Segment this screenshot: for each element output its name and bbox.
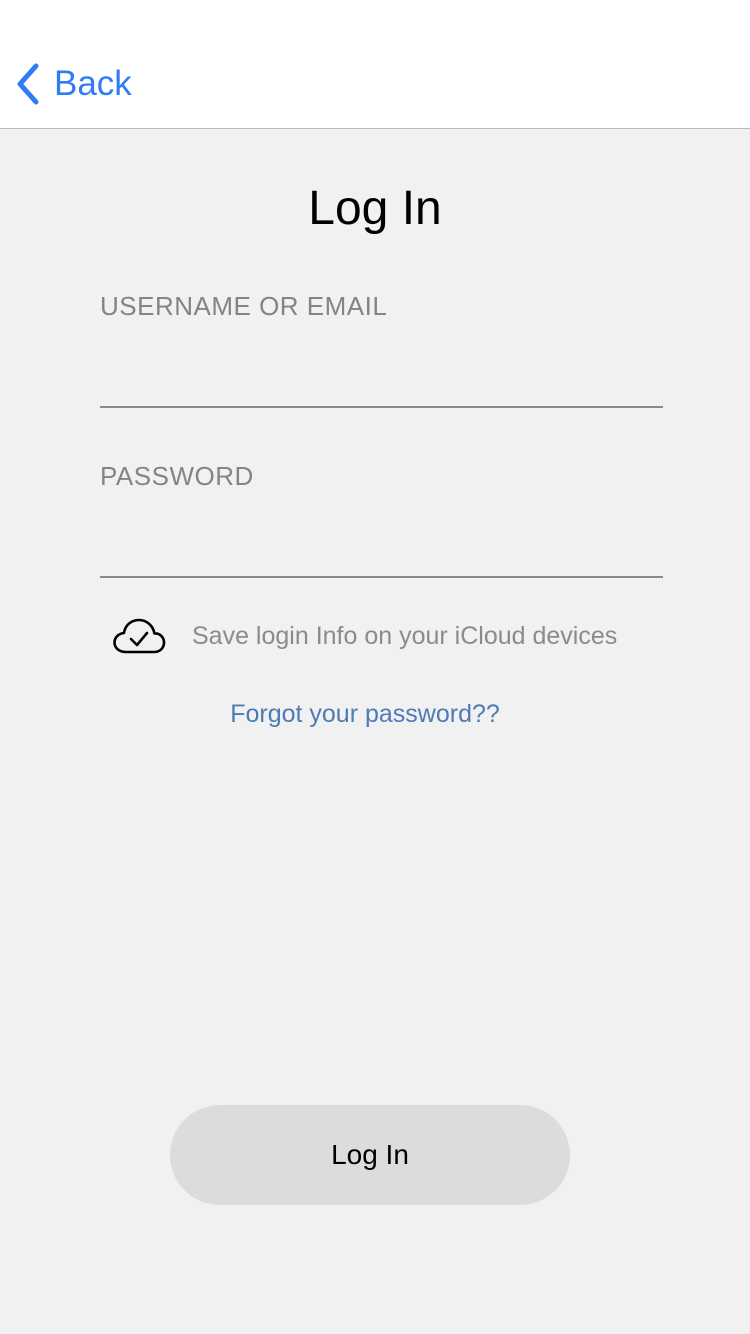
username-label: USERNAME OR EMAIL [100,291,388,321]
password-field[interactable] [100,526,663,578]
navigation-bar: Back [0,0,750,129]
icloud-save-row[interactable]: Save login Info on your iCloud devices [112,612,617,660]
chevron-left-icon [14,62,42,106]
back-label: Back [54,64,132,103]
back-button[interactable]: Back [14,60,132,108]
page-title: Log In [308,182,442,235]
username-field[interactable] [100,356,663,408]
password-label: PASSWORD [100,461,254,491]
login-button[interactable]: Log In [170,1105,570,1205]
icloud-save-label: Save login Info on your iCloud devices [192,622,618,650]
cloud-check-icon [112,616,166,656]
forgot-password-link[interactable]: Forgot your password?? [0,697,730,731]
